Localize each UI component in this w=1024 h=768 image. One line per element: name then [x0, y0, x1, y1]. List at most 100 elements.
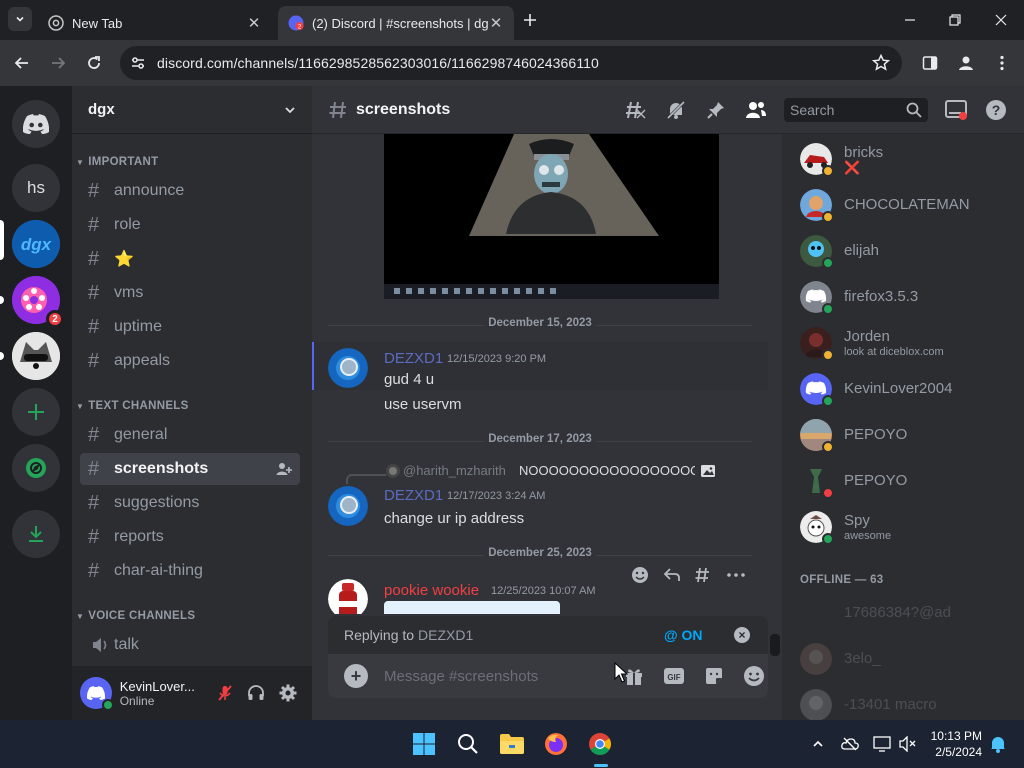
channel-vms[interactable]: # vms [80, 277, 300, 309]
server-name-header[interactable]: dgx [72, 86, 312, 134]
message-author[interactable]: pookie wookie [384, 582, 479, 599]
channel-reports[interactable]: # reports [80, 521, 300, 553]
category-important[interactable]: ▼ IMPORTANT [76, 156, 158, 168]
tab-new-tab[interactable]: New Tab ✕ [38, 6, 272, 40]
bookmark-star-icon[interactable] [872, 54, 890, 72]
avatar[interactable] [80, 677, 114, 711]
back-button[interactable] [10, 51, 34, 75]
member-item[interactable]: 17686384?@ad [798, 592, 1018, 634]
member-item[interactable]: firefox3.5.3 [798, 276, 1018, 318]
avatar[interactable] [328, 348, 368, 388]
side-panel-button[interactable] [918, 51, 942, 75]
cancel-reply-button[interactable]: × [734, 627, 750, 643]
server-hs[interactable]: hs [12, 164, 60, 212]
sticker-button[interactable] [702, 664, 726, 688]
message-author[interactable]: DEZXD1 [384, 350, 443, 367]
mention-toggle[interactable]: @ ON [664, 627, 703, 643]
help-button[interactable]: ? [984, 98, 1008, 122]
tab-close-button[interactable]: ✕ [246, 15, 262, 32]
image-attachment[interactable] [384, 601, 560, 614]
taskbar-search-button[interactable] [454, 730, 482, 758]
voice-channel-talk[interactable]: talk [80, 629, 300, 661]
channel-star[interactable]: # ⭐ [80, 243, 300, 275]
url-text[interactable]: discord.com/channels/1166298528562303016… [157, 55, 599, 71]
deafen-button[interactable] [241, 677, 273, 709]
volume-tray-icon[interactable] [898, 734, 918, 754]
member-item[interactable]: bricks ❌ [798, 138, 1018, 180]
close-window-button[interactable] [987, 8, 1015, 32]
category-voice-channels[interactable]: ▼ VOICE CHANNELS [76, 610, 195, 622]
reply-button[interactable] [656, 559, 688, 591]
chrome-taskbar-button[interactable] [586, 730, 614, 758]
chrome-menu-button[interactable] [990, 51, 1014, 75]
channel-role[interactable]: # role [80, 209, 300, 241]
member-item[interactable]: KevinLover2004 [798, 368, 1018, 410]
member-item[interactable]: PEPOYO [798, 460, 1018, 502]
site-info-icon[interactable] [130, 55, 146, 71]
message-scrollbar[interactable] [770, 634, 780, 656]
firefox-button[interactable] [542, 730, 570, 758]
upload-button[interactable]: + [344, 664, 368, 688]
reply-author[interactable]: @harith_mzharith [403, 463, 506, 478]
address-bar[interactable]: discord.com/channels/1166298528562303016… [120, 46, 902, 80]
screenshot-attachment[interactable] [384, 134, 719, 299]
threads-button[interactable] [624, 98, 648, 122]
file-explorer-button[interactable] [498, 730, 526, 758]
channel-char-ai-thing[interactable]: # char-ai-thing [80, 555, 300, 587]
reload-button[interactable] [82, 51, 106, 75]
member-item[interactable]: Jorden look at diceblox.com [798, 322, 1018, 364]
channel-general[interactable]: # general [80, 419, 300, 451]
create-invite-icon[interactable] [276, 461, 292, 477]
reply-avatar[interactable] [386, 464, 400, 478]
download-apps-button[interactable] [12, 510, 60, 558]
channel-announce[interactable]: # announce [80, 175, 300, 207]
add-server-button[interactable] [12, 388, 60, 436]
search-input[interactable]: Search [784, 98, 928, 122]
user-info[interactable]: KevinLover... Online [120, 679, 203, 708]
inbox-button[interactable] [944, 98, 968, 122]
add-reaction-button[interactable] [624, 559, 656, 591]
member-item[interactable]: PEPOYO [798, 414, 1018, 456]
more-actions-button[interactable] [720, 559, 752, 591]
reply-preview-text[interactable]: NOOOOOOOOOOOOOOOOOOO [519, 463, 695, 478]
notification-settings-button[interactable] [664, 98, 688, 122]
avatar[interactable] [328, 579, 368, 614]
member-item[interactable]: Spy awesome [798, 506, 1018, 548]
profile-button[interactable] [954, 51, 978, 75]
server-raccoon[interactable] [12, 332, 60, 380]
forward-button[interactable] [46, 51, 70, 75]
member-list-toggle[interactable] [744, 98, 768, 122]
show-hidden-icons-button[interactable] [808, 734, 828, 754]
message-input[interactable]: Message #screenshots [384, 668, 538, 685]
network-tray-icon[interactable] [840, 734, 860, 754]
start-button[interactable] [410, 730, 438, 758]
member-item[interactable]: CHOCOLATEMAN [798, 184, 1018, 226]
home-button[interactable] [12, 100, 60, 148]
pinned-messages-button[interactable] [704, 98, 728, 122]
tab-discord[interactable]: 2 (2) Discord | #screenshots | dgx ✕ [278, 6, 514, 40]
message-author[interactable]: DEZXD1 [384, 487, 443, 504]
channel-screenshots[interactable]: # screenshots [80, 453, 300, 485]
server-film[interactable]: 2 [12, 276, 64, 328]
create-thread-button[interactable] [688, 559, 720, 591]
member-item[interactable]: 3elo_ [798, 638, 1018, 680]
system-clock[interactable]: 10:13 PM 2/5/2024 [924, 728, 982, 760]
restore-button[interactable] [941, 8, 969, 32]
user-settings-button[interactable] [272, 677, 304, 709]
gif-button[interactable]: GIF [662, 664, 686, 688]
tab-close-button[interactable]: ✕ [488, 15, 504, 32]
explore-servers-button[interactable] [12, 444, 60, 492]
category-text-channels[interactable]: ▼ TEXT CHANNELS [76, 400, 189, 412]
server-dgx[interactable]: dgx [12, 220, 60, 268]
member-item[interactable]: -13401 macro [798, 684, 1018, 720]
channel-suggestions[interactable]: # suggestions [80, 487, 300, 519]
channel-appeals[interactable]: # appeals [80, 345, 300, 377]
display-tray-icon[interactable] [872, 734, 892, 754]
mute-button[interactable] [209, 677, 241, 709]
channel-uptime[interactable]: # uptime [80, 311, 300, 343]
tab-search-button[interactable] [8, 7, 32, 31]
notifications-button[interactable] [988, 734, 1008, 754]
new-tab-button[interactable] [520, 10, 540, 30]
avatar[interactable] [328, 486, 368, 526]
minimize-button[interactable] [896, 8, 924, 32]
